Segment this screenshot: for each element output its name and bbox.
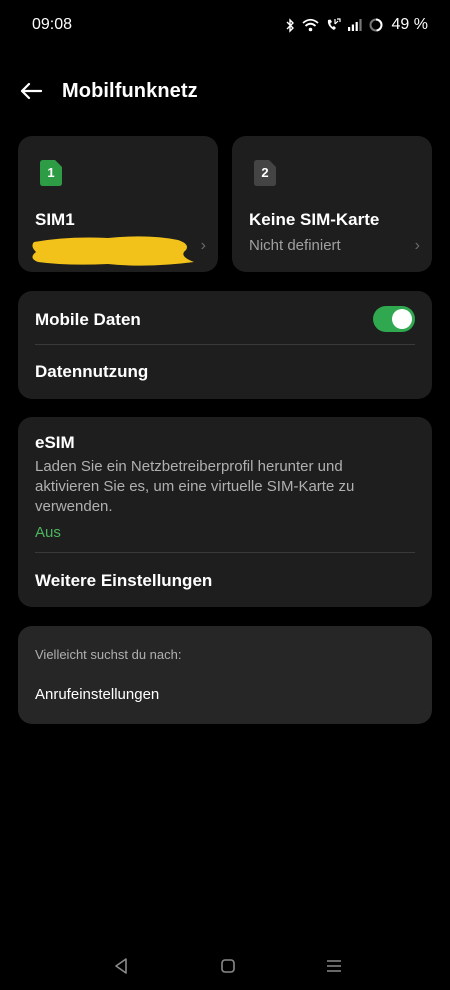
data-usage-item[interactable]: Datennutzung xyxy=(35,362,148,382)
back-triangle-icon xyxy=(115,958,127,974)
battery-percent: 49 % xyxy=(391,16,428,33)
redaction-mark xyxy=(32,236,194,266)
esim-item[interactable]: eSIM xyxy=(35,433,75,453)
mobile-data-card: Mobile Daten Datennutzung xyxy=(18,291,432,399)
app-header: Mobilfunknetz xyxy=(0,68,450,114)
sim-card-2[interactable]: 2 Keine SIM-Karte Nicht definiert › xyxy=(232,136,432,272)
signal-icon xyxy=(347,19,362,31)
suggestions-card: Vielleicht suchst du nach: Anrufeinstell… xyxy=(18,626,432,724)
home-square-icon xyxy=(221,959,235,973)
esim-description: Laden Sie ein Netzbetreiberprofil herunt… xyxy=(35,458,355,515)
chevron-right-icon: › xyxy=(414,237,420,254)
status-icons: 49 % xyxy=(285,16,428,34)
divider xyxy=(35,552,415,553)
sim-subtitle: Nicht definiert xyxy=(249,237,341,254)
nav-home-button[interactable] xyxy=(218,956,238,976)
esim-status: Aus xyxy=(35,524,61,541)
recents-menu-icon xyxy=(327,960,341,972)
mobile-data-label: Mobile Daten xyxy=(35,310,141,329)
nav-recents-button[interactable] xyxy=(324,956,344,976)
chevron-right-icon: › xyxy=(200,237,206,254)
battery-icon xyxy=(369,18,383,32)
suggestions-heading: Vielleicht suchst du nach: xyxy=(35,647,182,662)
volte-call-icon xyxy=(327,18,341,30)
arrow-left-icon xyxy=(20,82,42,100)
status-bar: 09:08 49 % xyxy=(0,0,450,50)
sim-card-icon: 1 xyxy=(40,160,62,186)
mobile-data-toggle[interactable] xyxy=(373,306,415,332)
toggle-knob xyxy=(392,309,412,329)
divider xyxy=(35,344,415,345)
sim-slot-number: 2 xyxy=(261,165,269,180)
sim-name: Keine SIM-Karte xyxy=(249,210,380,229)
bluetooth-icon xyxy=(286,17,294,33)
call-settings-link[interactable]: Anrufeinstellungen xyxy=(35,686,159,703)
navigation-bar xyxy=(0,948,450,984)
sim-card-1[interactable]: 1 SIM1 › xyxy=(18,136,218,272)
page-title: Mobilfunknetz xyxy=(62,80,198,102)
esim-card: eSIM Laden Sie ein Netzbetreiberprofil h… xyxy=(18,417,432,607)
wifi-icon xyxy=(301,18,319,32)
more-settings-item[interactable]: Weitere Einstellungen xyxy=(35,571,212,591)
back-button[interactable] xyxy=(16,76,46,106)
sim-slot-number: 1 xyxy=(47,165,55,180)
sim-card-icon: 2 xyxy=(254,160,276,186)
nav-back-button[interactable] xyxy=(112,956,132,976)
sim-name: SIM1 xyxy=(35,210,75,229)
status-time: 09:08 xyxy=(32,16,73,33)
